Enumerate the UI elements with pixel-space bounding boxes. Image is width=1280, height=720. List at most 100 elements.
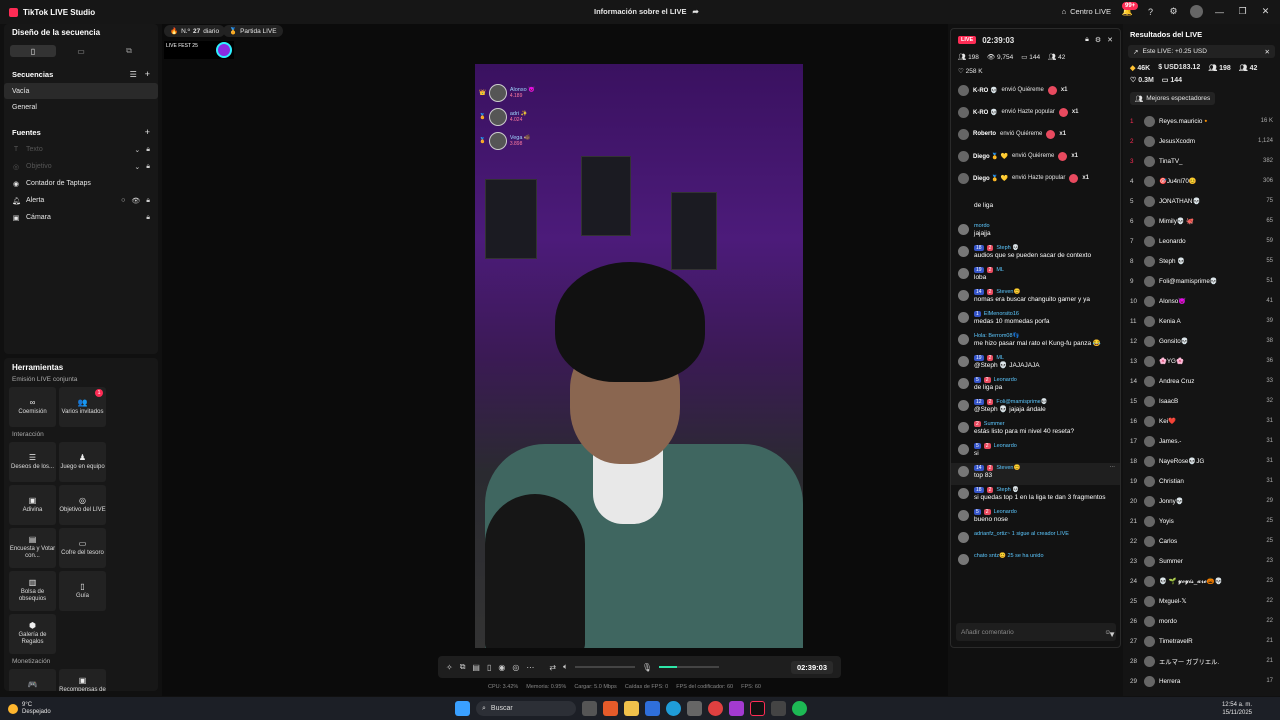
phone-icon[interactable]: ▯ — [487, 663, 491, 672]
viewer-row[interactable]: 29 Herrera 17 — [1123, 671, 1280, 691]
mixer-icon[interactable]: ⇄ — [549, 663, 556, 672]
viewer-row[interactable]: 2 JesusXcodm 1,124 — [1123, 131, 1280, 151]
more-icon[interactable]: ⋯ — [1110, 465, 1116, 471]
camera-preview[interactable]: 👑 Alonso 😈 4.189 🏅 adri ✨ 4.024 🏅 Vega 🐗 3.898 — [475, 64, 803, 648]
restore-icon[interactable]: ❐ — [1236, 5, 1249, 18]
chat-message[interactable]: mordo jajajja — [951, 221, 1120, 243]
viewer-row[interactable]: 27 TimetravelR 21 — [1123, 631, 1280, 651]
taskbar-search[interactable]: ⌕ Buscar — [476, 701, 576, 716]
mail-icon[interactable] — [645, 701, 660, 716]
eye-icon[interactable]: 👁︎ — [131, 197, 140, 205]
help-center-button[interactable]: ⌂ Centro LIVE — [1062, 7, 1111, 16]
gui-a-tool[interactable]: ▯ Guía — [59, 571, 106, 611]
portrait-layout-button[interactable]: ▯ — [10, 45, 56, 57]
chat-message[interactable]: de liga — [951, 199, 1120, 221]
lock-icon[interactable]: 🔒︎ — [146, 214, 150, 222]
tiktok-icon[interactable] — [750, 701, 765, 716]
viewer-row[interactable]: 1 Reyes.mauricio🔸 16 K — [1123, 111, 1280, 131]
source-item-alert[interactable]: 🔔︎ Alerta ○ 👁︎ 🔒︎ — [4, 192, 158, 209]
earnings-box[interactable]: ↗ Este LIVE: +0.25 USD ✕ — [1128, 45, 1275, 58]
list-icon[interactable]: ☰ — [130, 70, 137, 79]
recompensas-de-juegos-tool[interactable]: ▣ Recompensas de juegos — [59, 669, 106, 691]
source-item-camera[interactable]: ▣ Cámara 🔒︎ — [4, 209, 158, 226]
lock-icon[interactable]: 🔒︎ — [1085, 36, 1089, 44]
close-chat-icon[interactable]: ✕ — [1107, 36, 1113, 44]
source-item-goal[interactable]: ◎ Objetivo ⌄ 🔒︎ — [4, 158, 158, 175]
chat-message[interactable]: 19 2 ML loba — [951, 265, 1120, 287]
objetivo-del-live-tool[interactable]: ◎ Objetivo del LIVE — [59, 485, 106, 525]
adivina-tool[interactable]: ▣ Adivina — [9, 485, 56, 525]
help-icon[interactable]: ? — [1144, 5, 1157, 18]
spotify-icon[interactable] — [792, 701, 807, 716]
viewer-row[interactable]: 18 NayeRose💀JG 31 — [1123, 451, 1280, 471]
chat-message[interactable]: 1 ElMenorsito16 medas 10 momedas porfa — [951, 309, 1120, 331]
viewer-row[interactable]: 4 🎯Ju4nl70😊 306 — [1123, 171, 1280, 191]
encuesta-y-votar-con-tool[interactable]: ▤ Encuesta y Votar con... — [9, 528, 56, 568]
multi-guest-tool[interactable]: 1 👥 Varios invitados — [59, 387, 106, 427]
minimize-icon[interactable]: — — [1213, 5, 1226, 18]
viewer-row[interactable]: 9 Foli@mamisprime💀 51 — [1123, 271, 1280, 291]
multi-layout-button[interactable]: ⧉ — [106, 45, 152, 57]
gear-icon[interactable]: ⚙ — [1167, 5, 1180, 18]
sequence-item-general[interactable]: General — [4, 99, 158, 115]
cofre-del-tesoro-tool[interactable]: ▭ Cofre del tesoro — [59, 528, 106, 568]
viewer-row[interactable]: 19 Christian 31 — [1123, 471, 1280, 491]
daily-rank-pill[interactable]: 🔥 N.º 27 diario — [164, 25, 226, 37]
close-icon[interactable]: ✕ — [1265, 48, 1270, 56]
viewer-row[interactable]: 25 Mxguel-𝕏 22 — [1123, 591, 1280, 611]
galeri-a-de-regalos-tool[interactable]: ⬢ Galería de Regalos — [9, 614, 56, 654]
chat-message[interactable]: Hola: Berrom08👣 me hizo pasar mal rato el… — [951, 331, 1120, 353]
top-viewers-tab[interactable]: 👥︎ Mejores espectadores — [1130, 92, 1216, 105]
add-sequence-icon[interactable]: + — [145, 69, 150, 79]
weather-widget[interactable]: 9°C Despejado — [8, 702, 51, 716]
magic-icon[interactable]: ✧ — [446, 663, 453, 672]
app-icon[interactable] — [771, 701, 786, 716]
viewer-row[interactable]: 23 Summer 23 — [1123, 551, 1280, 571]
file-explorer-icon[interactable] — [624, 701, 639, 716]
mic-icon[interactable]: 🎙︎ — [642, 663, 652, 672]
viewer-row[interactable]: 11 Kenia A 39 — [1123, 311, 1280, 331]
juego-en-equipo-tool[interactable]: ♟ Juego en equipo — [59, 442, 106, 482]
viewer-row[interactable]: 14 Andrea Cruz 33 — [1123, 371, 1280, 391]
viewer-row[interactable]: 8 Steph 💀 55 — [1123, 251, 1280, 271]
screen-icon[interactable]: ▤ — [472, 663, 480, 672]
chat-message[interactable]: 18 2 Steph 💀 audios que se pueden sacar de … — [951, 243, 1120, 265]
viewer-row[interactable]: 28 エルマー ガブリエル. 21 — [1123, 651, 1280, 671]
chat-message[interactable]: 19 2 ML @Steph 💀 JAJAJAJA — [951, 353, 1120, 375]
viewer-row[interactable]: 5 JONATHAN💀 75 — [1123, 191, 1280, 211]
deseos-de-los-tool[interactable]: ☰ Deseos de los... — [9, 442, 56, 482]
lock-icon[interactable]: 🔒︎ — [146, 197, 150, 205]
copilot-icon[interactable] — [603, 701, 618, 716]
viewer-row[interactable]: 17 James.- 31 — [1123, 431, 1280, 451]
add-source-icon[interactable]: + — [145, 127, 150, 137]
chat-message[interactable]: chato sntz😊 25 se ha unido — [951, 551, 1120, 573]
viewer-row[interactable]: 7 Leonardo 59 — [1123, 231, 1280, 251]
profile-avatar[interactable] — [1190, 5, 1203, 18]
chat-message[interactable]: 18 2 Steph 💀 si quedas top 1 en la liga te … — [951, 485, 1120, 507]
comment-input[interactable]: Añadir comentario ☺ — [956, 623, 1116, 641]
viewer-row[interactable]: 24 💀 🌱 𝔂𝓸𝔂𝓲𝓼_𝓪𝓻𝓮🎃💀 23 — [1123, 571, 1280, 591]
settings-icon[interactable]: ○ — [121, 197, 125, 205]
viewer-row[interactable]: 12 Gonsito💀 38 — [1123, 331, 1280, 351]
chat-message[interactable]: 5 2 Leonardo de liga pa — [951, 375, 1120, 397]
chat-message[interactable]: 5 2 Leonardo bueno nose — [951, 507, 1120, 529]
bolsa-de-obsequios-tool[interactable]: ▥ Bolsa de obsequios — [9, 571, 56, 611]
filter-icon[interactable]: ▼ — [1108, 630, 1116, 639]
chrome-icon[interactable] — [708, 701, 723, 716]
viewer-row[interactable]: 22 Carlos 25 — [1123, 531, 1280, 551]
live-fest-banner[interactable]: LIVE FEST 25 — [164, 41, 234, 59]
viewer-row[interactable]: 15 IsaacB 32 — [1123, 391, 1280, 411]
volume-slider[interactable] — [574, 666, 635, 668]
settings-icon[interactable]: ⚙ — [1095, 36, 1101, 44]
edge-icon[interactable] — [666, 701, 681, 716]
taskbar-clock[interactable]: 12:54 a. m. 15/11/2025 — [1222, 701, 1252, 717]
viewer-row[interactable]: 20 Jonny💀 29 — [1123, 491, 1280, 511]
viewer-row[interactable]: 6 Mimily💀 🐙 65 — [1123, 211, 1280, 231]
chat-message[interactable]: 12 2 Foli@mamisprime💀 @Steph 💀 jajaja ándal… — [951, 397, 1120, 419]
task-view-icon[interactable] — [582, 701, 597, 716]
camera-toggle-icon[interactable]: ◎ — [512, 663, 519, 672]
source-item-taptaps[interactable]: ◉ Contador de Taptaps — [4, 175, 158, 192]
sequence-item-empty[interactable]: Vacía — [4, 83, 158, 99]
chat-message[interactable]: adrianfz_ortiz~ 1 sigue al creador LIVE — [951, 529, 1120, 551]
figma-icon[interactable] — [729, 701, 744, 716]
